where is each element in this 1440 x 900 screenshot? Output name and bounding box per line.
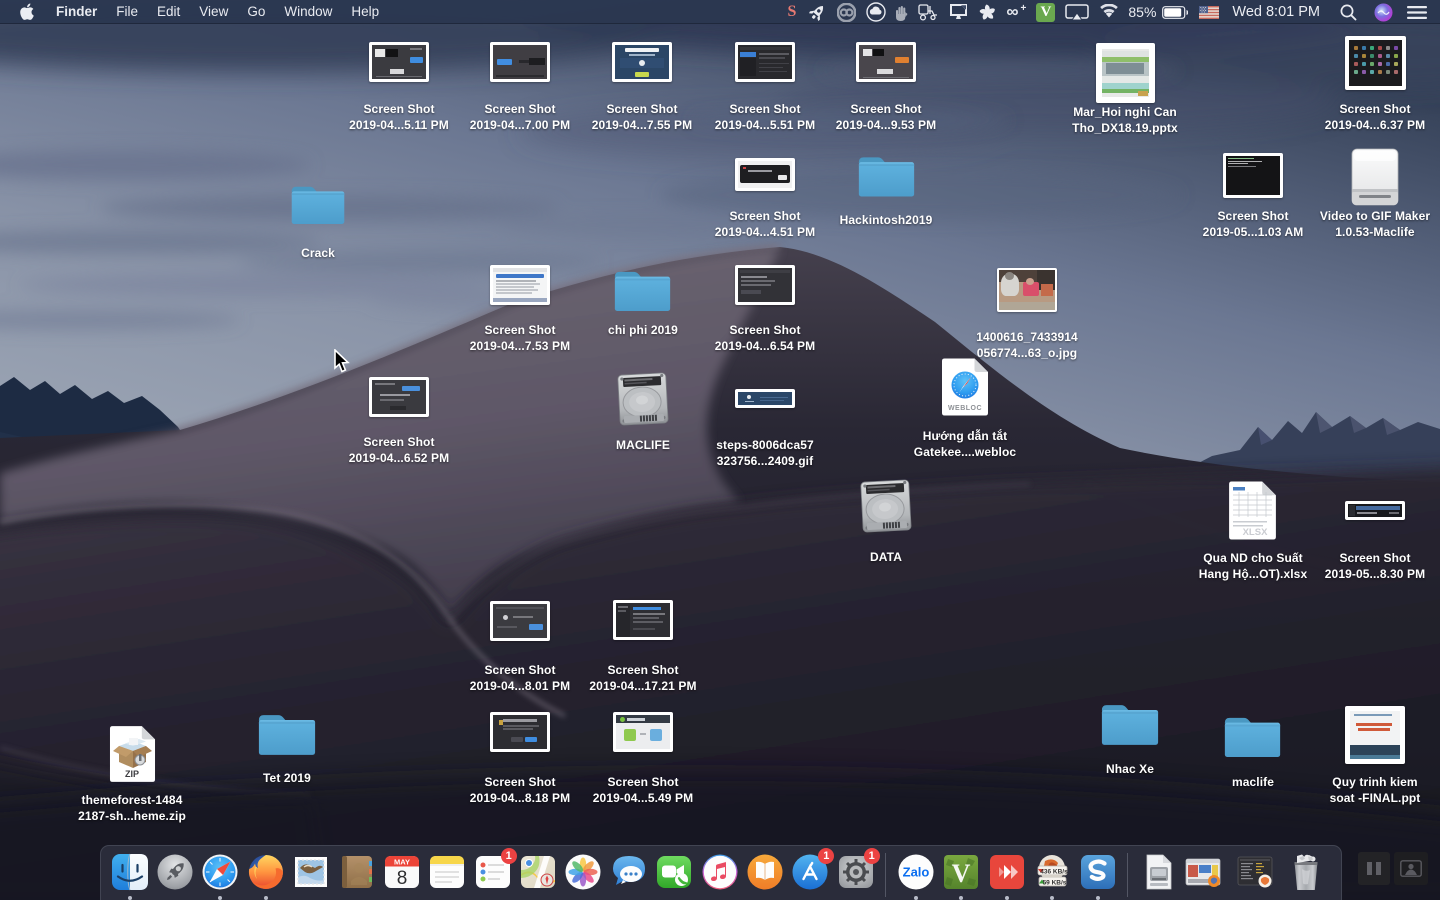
svg-text:MAY: MAY [394,858,410,867]
svg-text:WEBLOC: WEBLOC [948,405,982,412]
svg-text:8: 8 [397,868,408,889]
svg-text:V: V [952,859,971,888]
svg-text:Zalo: Zalo [903,865,930,880]
svg-text:59 KB/s: 59 KB/s [1043,880,1067,887]
svg-text:ZIP: ZIP [125,769,139,779]
svg-text:XLSX: XLSX [1243,527,1268,538]
svg-text:436 KB/s: 436 KB/s [1040,869,1068,876]
